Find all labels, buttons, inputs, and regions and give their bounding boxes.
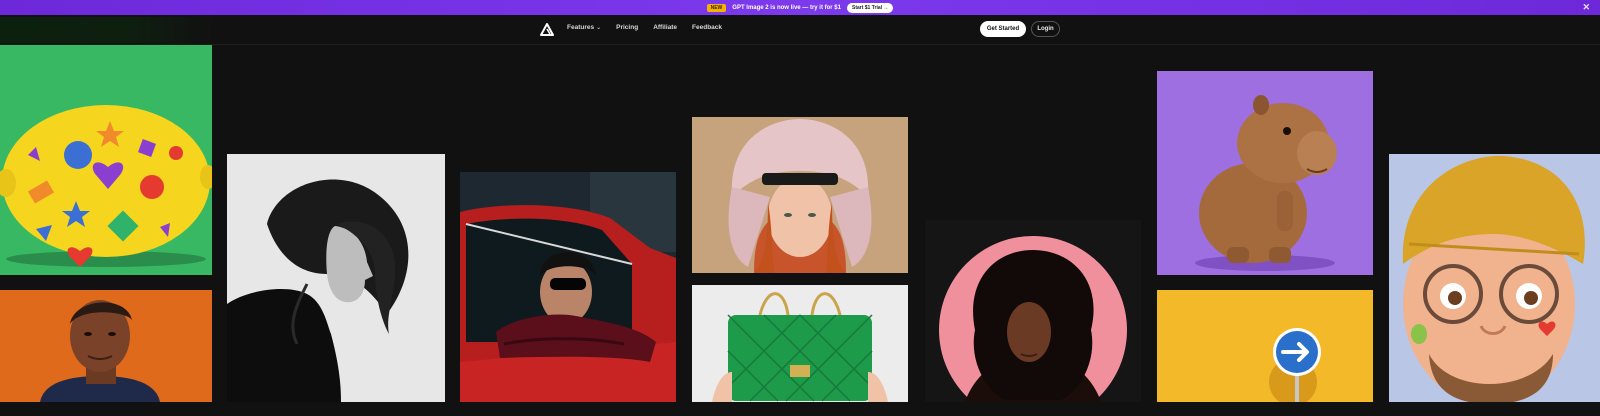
nav-item-label: Features [567, 24, 595, 31]
bw-woman-profile-image[interactable] [227, 154, 445, 402]
top-navigation: Features ⌄ Pricing Affiliate Feedback Get… [0, 15, 1600, 45]
login-button[interactable]: Login [1031, 21, 1060, 37]
woman-red-car-image[interactable] [460, 172, 676, 402]
man-portrait-orange-image[interactable] [0, 290, 212, 402]
road-sign-yellow-image[interactable] [1157, 290, 1373, 402]
nav-item-pricing[interactable]: Pricing [616, 24, 638, 31]
nav-menu: Features ⌄ Pricing Affiliate Feedback [567, 24, 722, 31]
lemon-with-stickers-image[interactable] [0, 45, 212, 275]
new-badge: NEW [706, 3, 727, 12]
chevron-down-icon: ⌄ [596, 25, 602, 31]
redhead-fur-hat-image[interactable] [692, 117, 908, 273]
green-quilted-bag-image[interactable] [692, 285, 908, 402]
cartoon-man-beanie-image[interactable] [1389, 154, 1600, 402]
nav-item-features[interactable]: Features ⌄ [567, 24, 601, 31]
promo-text: GPT Image 2 is now live — try it for $1 [732, 4, 841, 11]
capybara-figure-image[interactable] [1157, 71, 1373, 275]
promo-banner: NEW GPT Image 2 is now live — try it for… [0, 0, 1600, 15]
get-started-button[interactable]: Get Started [980, 21, 1026, 37]
nav-item-feedback[interactable]: Feedback [692, 24, 722, 31]
triangle-logo-icon[interactable] [540, 23, 554, 37]
nav-item-affiliate[interactable]: Affiliate [653, 24, 677, 31]
close-icon[interactable]: ✕ [1582, 2, 1590, 12]
header-backdrop [0, 17, 212, 43]
start-trial-button[interactable]: Start $1 Trial → [846, 2, 894, 13]
woman-pink-circle-image[interactable] [925, 220, 1141, 402]
